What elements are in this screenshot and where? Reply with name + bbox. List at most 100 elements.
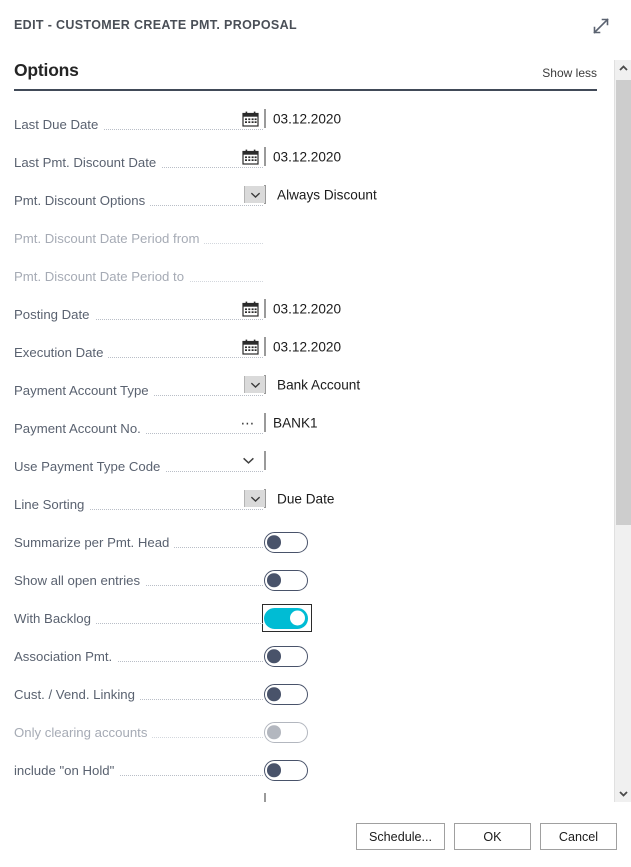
posting-date-input[interactable]: 03.12.2020 <box>264 299 266 318</box>
partial-field-field[interactable] <box>264 794 597 802</box>
association-pmt-row: Association Pmt. <box>0 640 612 678</box>
footer-button-row: Schedule... OK Cancel <box>356 823 617 850</box>
last-due-date-value: 03.12.2020 <box>273 111 341 126</box>
toggle-knob <box>267 687 281 701</box>
execution-date-label: Execution Date <box>14 345 108 360</box>
use-payment-type-code-label: Use Payment Type Code <box>14 459 165 474</box>
calendar-icon[interactable] <box>242 339 259 355</box>
payment-account-no-label: Payment Account No. <box>14 421 146 436</box>
toggle-knob <box>267 573 281 587</box>
show-less-link[interactable]: Show less <box>542 66 597 80</box>
payment-account-no-field[interactable]: BANK1⋯ <box>264 414 597 444</box>
pmt-discount-options-select[interactable]: Always Discount <box>264 185 266 204</box>
toggle-knob <box>267 535 281 549</box>
toggle-knob <box>290 611 305 626</box>
pmt-discount-options-field[interactable]: Always Discount <box>264 186 597 216</box>
pmt-discount-date-period-to-row: Pmt. Discount Date Period to <box>0 260 612 298</box>
toggle-track <box>264 532 308 553</box>
options-scroll-viewport: Last Due Date03.12.2020Last Pmt. Discoun… <box>0 96 612 802</box>
calendar-icon[interactable] <box>242 301 259 317</box>
use-payment-type-code-input[interactable] <box>264 451 266 470</box>
payment-account-type-row: Payment Account TypeBank Account <box>0 374 612 412</box>
pmt-discount-options-label: Pmt. Discount Options <box>14 193 150 208</box>
pmt-discount-date-period-from-field <box>264 224 597 254</box>
chevron-down-icon[interactable] <box>244 186 265 203</box>
line-sorting-label: Line Sorting <box>14 497 89 512</box>
vertical-scrollbar[interactable] <box>614 60 631 802</box>
last-due-date-row: Last Due Date 03.12.2020 <box>0 108 612 146</box>
dialog-titlebar: EDIT - CUSTOMER CREATE PMT. PROPOSAL <box>0 0 631 52</box>
execution-date-row: Execution Date 03.12.2020 <box>0 336 612 374</box>
cust-vend-linking-toggle[interactable] <box>264 682 310 706</box>
posting-date-field[interactable]: 03.12.2020 <box>264 300 597 330</box>
execution-date-value: 03.12.2020 <box>273 339 341 354</box>
include-on-hold-row: include "on Hold" <box>0 754 612 792</box>
last-pmt-discount-date-field[interactable]: 03.12.2020 <box>264 148 597 178</box>
calendar-icon[interactable] <box>242 149 259 165</box>
only-clearing-accounts-toggle <box>264 720 310 744</box>
toggle-knob <box>267 649 281 663</box>
payment-account-no-value: BANK1 <box>273 415 318 430</box>
only-clearing-accounts-row: Only clearing accounts <box>0 716 612 754</box>
summarize-per-pmt-head-label: Summarize per Pmt. Head <box>14 535 174 550</box>
pmt-discount-options-value: Always Discount <box>277 187 377 202</box>
execution-date-field[interactable]: 03.12.2020 <box>264 338 597 368</box>
pmt-discount-date-period-to-label: Pmt. Discount Date Period to <box>14 269 189 284</box>
use-payment-type-code-row: Use Payment Type Code <box>0 450 612 488</box>
toggle-track <box>264 608 308 629</box>
expand-diagonal-icon[interactable] <box>587 12 615 40</box>
payment-account-no-row: Payment Account No.BANK1⋯ <box>0 412 612 450</box>
toggle-knob <box>267 725 281 739</box>
show-all-open-entries-toggle[interactable] <box>264 568 310 592</box>
calendar-icon[interactable] <box>242 111 259 127</box>
options-form: Last Due Date03.12.2020Last Pmt. Discoun… <box>0 96 612 802</box>
include-on-hold-toggle[interactable] <box>264 758 310 782</box>
only-clearing-accounts-label: Only clearing accounts <box>14 725 152 740</box>
partial-field-row <box>0 792 612 802</box>
payment-account-no-input[interactable]: BANK1⋯ <box>264 413 266 432</box>
ellipsis-icon[interactable]: ⋯ <box>241 416 257 430</box>
last-due-date-label: Last Due Date <box>14 117 103 132</box>
chevron-down-icon[interactable] <box>238 452 258 469</box>
payment-account-type-field[interactable]: Bank Account <box>264 376 597 406</box>
pmt-discount-options-row: Pmt. Discount Options Always Discount <box>0 184 612 222</box>
with-backlog-toggle[interactable] <box>264 606 310 630</box>
show-all-open-entries-row: Show all open entries <box>0 564 612 602</box>
ok-button[interactable]: OK <box>454 823 531 850</box>
partial-field-input[interactable] <box>264 793 266 802</box>
line-sorting-select[interactable]: Due Date <box>264 489 266 508</box>
posting-date-value: 03.12.2020 <box>273 301 341 316</box>
page-title: Options <box>14 60 79 81</box>
cust-vend-linking-row: Cust. / Vend. Linking <box>0 678 612 716</box>
chevron-up-icon[interactable] <box>615 60 631 77</box>
last-pmt-discount-date-input[interactable]: 03.12.2020 <box>264 147 266 166</box>
last-pmt-discount-date-value: 03.12.2020 <box>273 149 341 164</box>
dialog-window: EDIT - CUSTOMER CREATE PMT. PROPOSAL Opt… <box>0 0 631 867</box>
toggle-knob <box>267 763 281 777</box>
pmt-discount-date-period-to-field <box>264 262 597 292</box>
toggle-track <box>264 646 308 667</box>
use-payment-type-code-field[interactable] <box>264 452 597 482</box>
line-sorting-field[interactable]: Due Date <box>264 490 597 520</box>
payment-account-type-select[interactable]: Bank Account <box>264 375 266 394</box>
execution-date-input[interactable]: 03.12.2020 <box>264 337 266 356</box>
association-pmt-label: Association Pmt. <box>14 649 117 664</box>
toggle-track <box>264 570 308 591</box>
line-sorting-row: Line Sorting Due Date <box>0 488 612 526</box>
dialog-title: EDIT - CUSTOMER CREATE PMT. PROPOSAL <box>14 18 297 32</box>
options-section-header: Options Show less <box>14 60 597 90</box>
chevron-down-icon[interactable] <box>615 785 631 802</box>
last-pmt-discount-date-row: Last Pmt. Discount Date03.12.2020 <box>0 146 612 184</box>
posting-date-label: Posting Date <box>14 307 95 322</box>
scrollbar-thumb[interactable] <box>616 80 631 525</box>
chevron-down-icon[interactable] <box>244 490 265 507</box>
schedule-button[interactable]: Schedule... <box>356 823 445 850</box>
last-due-date-input[interactable]: 03.12.2020 <box>264 109 266 128</box>
summarize-per-pmt-head-toggle[interactable] <box>264 530 310 554</box>
toggle-track <box>264 684 308 705</box>
last-due-date-field[interactable]: 03.12.2020 <box>264 110 597 140</box>
chevron-down-icon[interactable] <box>244 376 265 393</box>
payment-account-type-value: Bank Account <box>277 377 360 392</box>
association-pmt-toggle[interactable] <box>264 644 310 668</box>
cancel-button[interactable]: Cancel <box>540 823 617 850</box>
